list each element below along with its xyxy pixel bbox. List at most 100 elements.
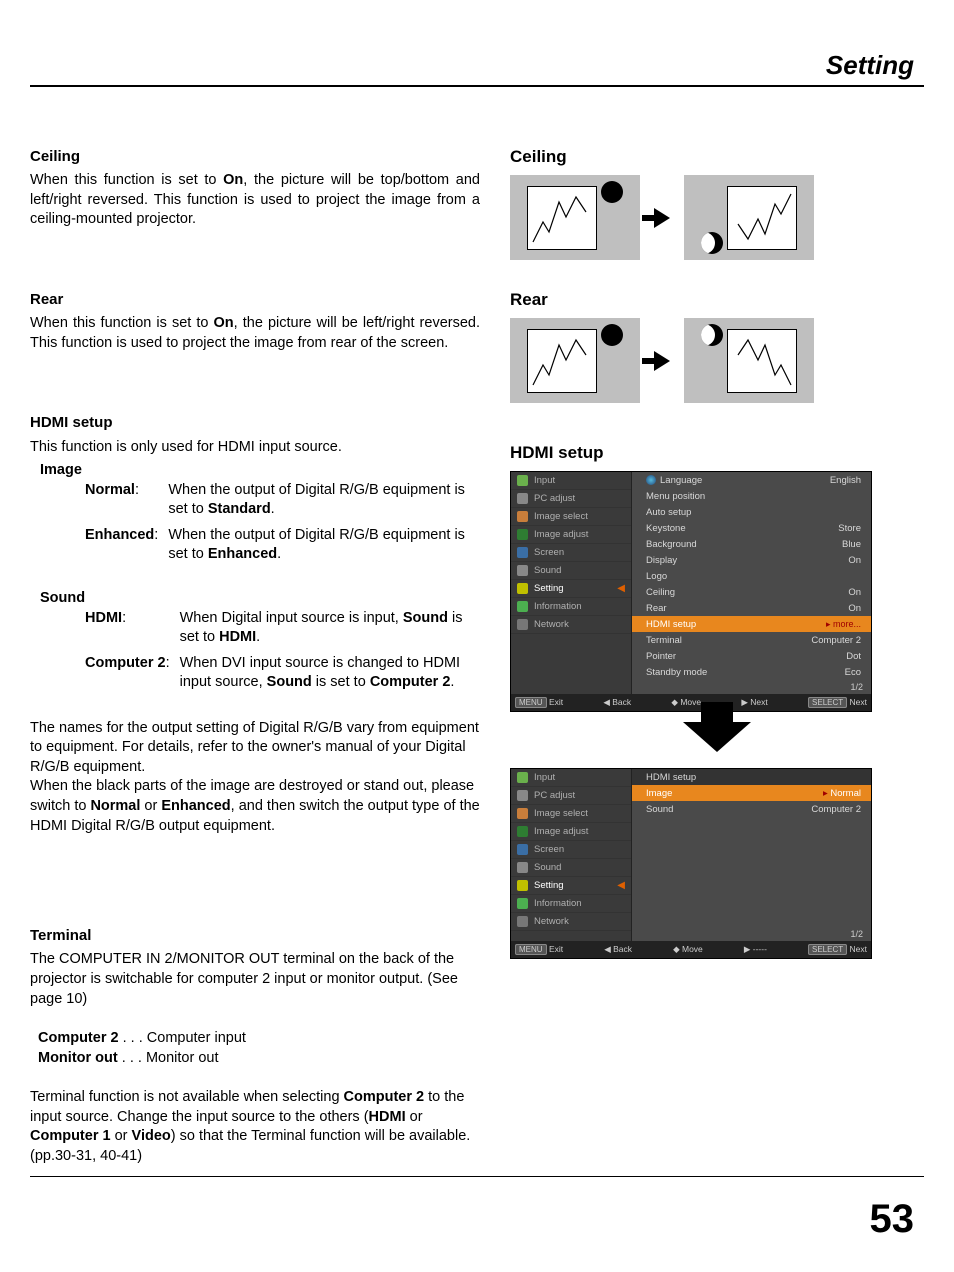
- nav-icon: [517, 565, 528, 576]
- osd-nav-item[interactable]: Network: [511, 616, 631, 634]
- term: HDMI: [85, 610, 122, 626]
- osd-nav-item[interactable]: Screen: [511, 841, 631, 859]
- def-text: When DVI input source is changed to HDMI…: [180, 654, 480, 699]
- setting-value: Blue: [842, 539, 861, 550]
- osd-nav-item[interactable]: Input: [511, 769, 631, 787]
- bold-on: On: [223, 172, 243, 188]
- osd-setting-row[interactable]: KeystoneStore: [632, 520, 871, 536]
- nav-label: Image select: [534, 808, 588, 819]
- term: Monitor out: [38, 1050, 118, 1066]
- setting-value: Store: [838, 523, 861, 534]
- osd-nav-item[interactable]: Setting◀: [511, 877, 631, 895]
- image-subheading: Image: [40, 461, 480, 481]
- osd-footer: MENU Exit ◀ Back ◆ Move ▶ Next SELECT Ne…: [511, 694, 871, 711]
- nav-icon: [517, 511, 528, 522]
- setting-label: Rear: [646, 603, 667, 614]
- setting-label: Background: [646, 539, 697, 550]
- nav-label: Setting: [534, 583, 564, 594]
- nav-label: Sound: [534, 862, 561, 873]
- nav-icon: [517, 583, 528, 594]
- text: or: [406, 1109, 423, 1125]
- nav-icon: [517, 826, 528, 837]
- osd-pager: 1/2: [632, 680, 871, 694]
- osd-nav-item[interactable]: Sound: [511, 859, 631, 877]
- osd-nav-item[interactable]: Image adjust: [511, 823, 631, 841]
- nav-icon: [517, 916, 528, 927]
- osd-setting-row[interactable]: Image▸ Normal: [632, 785, 871, 801]
- bold-on: On: [214, 315, 234, 331]
- nav-label: PC adjust: [534, 493, 575, 504]
- osd-setting-row[interactable]: Terminal Computer 2: [632, 632, 871, 648]
- osd-setting-row[interactable]: Auto setup: [632, 504, 871, 520]
- def-text: When the output of Digital R/G/B equipme…: [168, 526, 480, 571]
- setting-label: HDMI setup: [646, 619, 696, 630]
- sun-icon: [601, 181, 623, 203]
- nav-label: Image select: [534, 511, 588, 522]
- osd-nav-item[interactable]: Sound: [511, 562, 631, 580]
- osd-nav-item[interactable]: Network: [511, 913, 631, 931]
- text: Monitor out: [146, 1050, 219, 1066]
- osd-setting-row[interactable]: Standby modeEco: [632, 664, 871, 680]
- osd-setting-row[interactable]: Logo: [632, 568, 871, 584]
- osd-nav-item[interactable]: Image select: [511, 508, 631, 526]
- setting-value: On: [848, 587, 861, 598]
- nav-label: Screen: [534, 844, 564, 855]
- colon: :: [154, 527, 158, 543]
- osd-nav-item[interactable]: Image adjust: [511, 526, 631, 544]
- osd-menu-1: Input PC adjust Image select Image adjust Sc…: [510, 471, 872, 712]
- osd-setting-row[interactable]: PointerDot: [632, 648, 871, 664]
- osd-setting-row[interactable]: RearOn: [632, 600, 871, 616]
- setting-value: Dot: [846, 651, 861, 662]
- osd-setting-row[interactable]: Menu position: [632, 488, 871, 504]
- footer-back: Back: [613, 944, 632, 954]
- nav-label: Input: [534, 772, 555, 783]
- osd-setting-row[interactable]: CeilingOn: [632, 584, 871, 600]
- osd-nav-item[interactable]: Screen: [511, 544, 631, 562]
- diagram-after: [684, 175, 814, 260]
- bold: Enhanced: [161, 798, 230, 814]
- osd-nav-item[interactable]: Image select: [511, 805, 631, 823]
- left-column: Ceiling When this function is set to On,…: [30, 147, 480, 1166]
- osd-nav-item[interactable]: Setting◀: [511, 580, 631, 598]
- flow-arrow-down-icon: [510, 722, 924, 752]
- rear-heading: Rear: [30, 290, 480, 310]
- osd-setting-row[interactable]: DisplayOn: [632, 552, 871, 568]
- nav-label: Sound: [534, 565, 561, 576]
- rear-figure-heading: Rear: [510, 290, 924, 310]
- nav-label: Network: [534, 916, 569, 927]
- osd-nav-item[interactable]: PC adjust: [511, 787, 631, 805]
- osd-nav-item[interactable]: Information: [511, 895, 631, 913]
- nav-icon: [517, 880, 528, 891]
- term: Normal: [85, 482, 135, 498]
- osd-nav-item[interactable]: Input: [511, 472, 631, 490]
- nav-label: Image adjust: [534, 529, 588, 540]
- osd-nav-item[interactable]: PC adjust: [511, 490, 631, 508]
- setting-value: Computer 2: [811, 635, 861, 646]
- select-key-icon: SELECT: [808, 944, 847, 955]
- right-column: Ceiling Rear: [510, 147, 924, 1166]
- setting-label: Terminal: [646, 635, 682, 646]
- nav-icon: [517, 601, 528, 612]
- bold: Computer 1: [30, 1128, 111, 1144]
- osd-setting-row[interactable]: SoundComputer 2: [632, 801, 871, 817]
- text: or: [140, 798, 161, 814]
- colon: :: [166, 655, 170, 671]
- osd-submenu-title: HDMI setup: [632, 769, 871, 785]
- osd-nav-item[interactable]: Information: [511, 598, 631, 616]
- text: Terminal function is not available when …: [30, 1089, 344, 1105]
- term: Enhanced: [85, 527, 154, 543]
- chart-icon: [727, 329, 797, 393]
- footer-next: Next: [750, 697, 767, 707]
- osd-setting-row[interactable]: Background Blue: [632, 536, 871, 552]
- osd-setting-row[interactable]: LanguageEnglish: [632, 472, 871, 488]
- setting-label: Sound: [646, 804, 673, 815]
- footer-select: Next: [850, 697, 867, 707]
- def-text: When Digital input source is input, Soun…: [180, 609, 480, 654]
- bold: Enhanced: [208, 546, 277, 562]
- more-indicator-icon: ▸: [826, 619, 833, 629]
- select-key-icon: SELECT: [808, 697, 847, 708]
- osd-setting-row[interactable]: HDMI setup▸ more...: [632, 616, 871, 632]
- ceiling-heading: Ceiling: [30, 147, 480, 167]
- def-text: When the output of Digital R/G/B equipme…: [168, 481, 480, 526]
- text: or: [111, 1128, 132, 1144]
